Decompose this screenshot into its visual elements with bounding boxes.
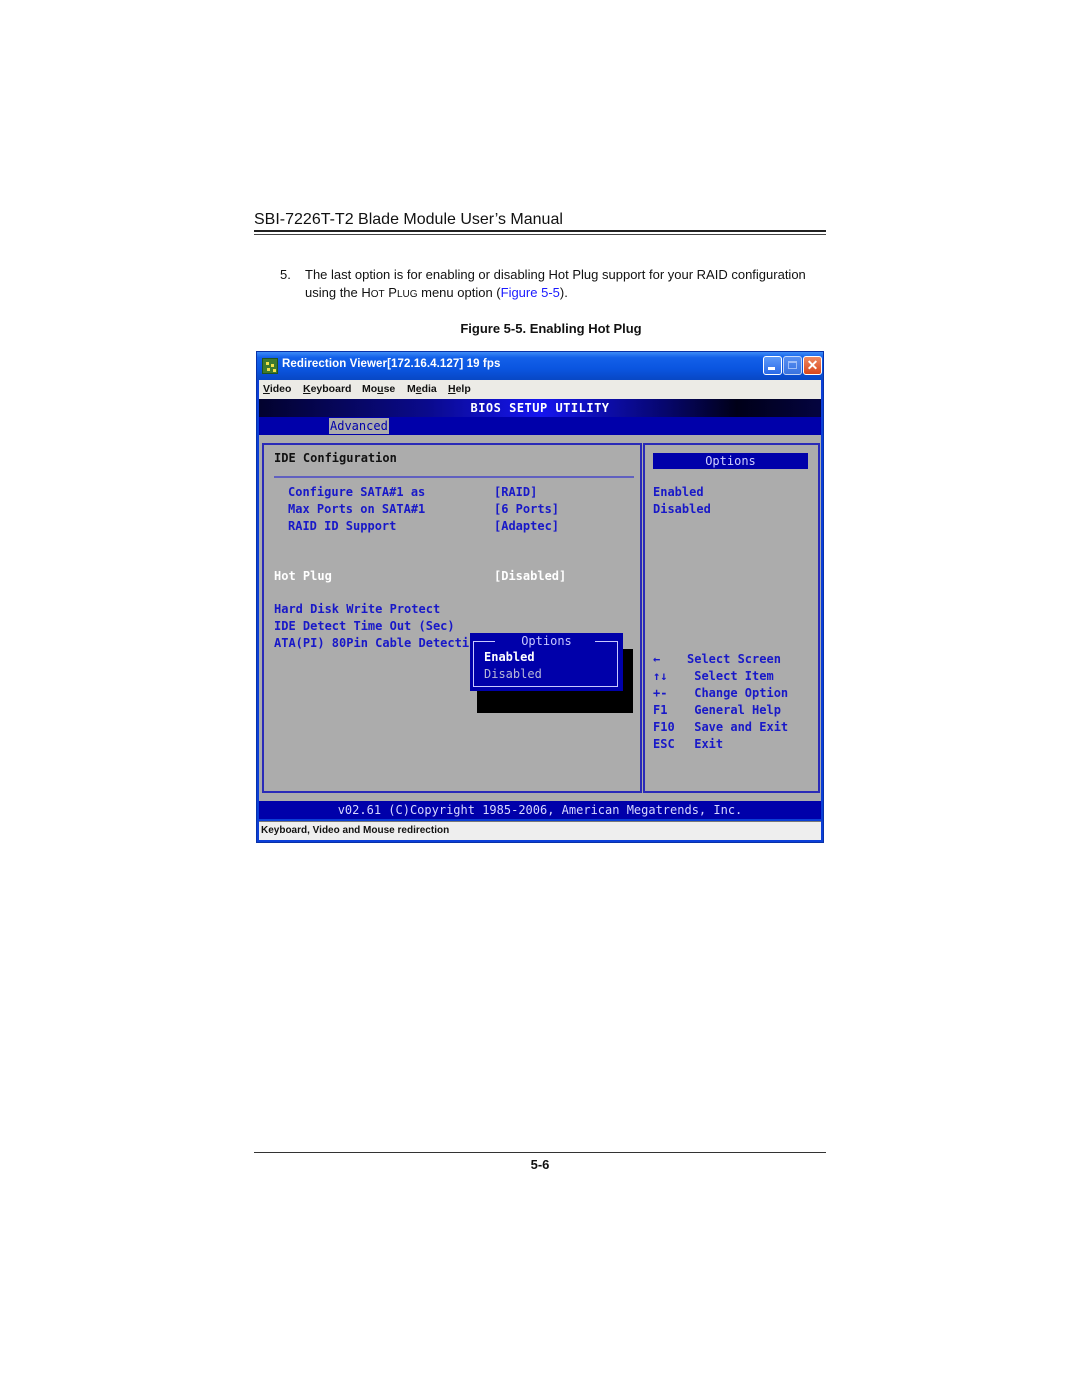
key-hint-save-exit: Save and Exit (687, 720, 789, 734)
menu-keyboard[interactable]: Keyboard (303, 383, 351, 395)
key-hint-key: ESC (653, 737, 675, 751)
menu-video[interactable]: Video (263, 383, 291, 395)
menu-label: ideo (269, 383, 292, 395)
menu-mnemonic: V (263, 383, 270, 395)
help-option-enabled: Enabled (653, 485, 704, 499)
menu-label: dia (421, 383, 437, 395)
setting-hot-plug[interactable]: Hot Plug (274, 569, 332, 584)
text-after: ). (559, 285, 568, 300)
step-text: The last option is for enabling or disab… (305, 266, 820, 304)
running-header: SBI-7226T-T2 Blade Module User’s Manual (254, 211, 563, 228)
figure-link[interactable]: Figure 5-5 (501, 285, 560, 300)
bios-title: BIOS SETUP UTILITY (259, 399, 821, 417)
footer-rule (254, 1152, 826, 1153)
popup-option-disabled[interactable]: Disabled (484, 667, 542, 682)
app-icon (262, 358, 278, 374)
menu-label: se (383, 383, 396, 395)
step-number: 5. (280, 267, 291, 282)
menu-label: eyboard (310, 383, 352, 395)
setting-cable-detection[interactable]: ATA(PI) 80Pin Cable Detecti (274, 636, 469, 651)
menu-mnemonic: H (448, 383, 456, 395)
menu-media[interactable]: Media (407, 383, 437, 395)
title-bar[interactable]: Redirection Viewer[172.16.4.127] 19 fps … (257, 352, 823, 380)
hot-plug-value[interactable]: [Disabled] (494, 569, 566, 584)
bios-tab-bar: Advanced (259, 417, 821, 435)
setting-value[interactable]: [6 Ports] (494, 502, 559, 517)
caption-text: Figure 5-5. Enabling Hot Plug (460, 321, 642, 336)
key-hint-select-screen: Select Screen (687, 652, 781, 666)
smallcaps-lug: LUG (396, 289, 418, 300)
bios-screen[interactable]: BIOS SETUP UTILITY Advanced IDE Configur… (259, 399, 821, 819)
section-divider (274, 476, 634, 478)
popup-option-enabled[interactable]: Enabled (484, 650, 535, 665)
menu-help[interactable]: Help (448, 383, 471, 395)
popup-title: Options (521, 634, 572, 648)
instruction-paragraph: 5. The last option is for enabling or di… (280, 266, 820, 304)
close-icon: ✕ (806, 357, 819, 373)
menu-bar: Video Keyboard Mouse Media Help (259, 380, 821, 399)
header-rule (254, 230, 826, 232)
close-button[interactable]: ✕ (803, 356, 822, 375)
setting-value[interactable]: [RAID] (494, 485, 537, 500)
redirection-viewer-window: Redirection Viewer[172.16.4.127] 19 fps … (256, 351, 824, 843)
key-hint-key: F10 (653, 720, 675, 734)
menu-label: Mo (362, 383, 378, 395)
setting-raid-id[interactable]: RAID ID Support (288, 519, 396, 534)
header-rule-thin (254, 234, 826, 235)
text-mid: menu option ( (417, 285, 501, 300)
settings-panel: IDE Configuration Configure SATA#1 as [R… (262, 443, 642, 793)
key-hint-key: +- (653, 686, 668, 700)
menu-mouse[interactable]: Mouse (362, 383, 395, 395)
menu-mnemonic: K (303, 383, 311, 395)
setting-max-ports[interactable]: Max Ports on SATA#1 (288, 502, 425, 517)
maximize-button[interactable] (783, 356, 802, 375)
help-panel: Options Enabled Disabled ← Select Screen… (643, 443, 820, 793)
help-options-title: Options (653, 453, 808, 469)
tab-advanced[interactable]: Advanced (329, 418, 389, 434)
page-number: 5-6 (530, 1157, 550, 1172)
menu-label: M (407, 383, 416, 395)
key-hint-select-item: Select Item (687, 669, 774, 683)
setting-value[interactable]: [Adaptec] (494, 519, 559, 534)
setting-hdd-write-protect[interactable]: Hard Disk Write Protect (274, 602, 440, 617)
key-hint-key: ↑↓ (653, 669, 668, 683)
window-title: Redirection Viewer[172.16.4.127] 19 fps (282, 358, 501, 370)
smallcaps-h: H (361, 285, 371, 300)
setting-ide-detect-timeout[interactable]: IDE Detect Time Out (Sec) (274, 619, 455, 634)
smallcaps-p: P (388, 285, 397, 300)
status-text: Keyboard, Video and Mouse redirection (261, 825, 450, 836)
status-bar: Keyboard, Video and Mouse redirection (259, 821, 821, 840)
minimize-button[interactable] (763, 356, 782, 375)
key-hint-change-option: Change Option (687, 686, 789, 700)
key-hint-general-help: General Help (687, 703, 781, 717)
figure-caption: Figure 5-5. Enabling Hot Plug (0, 321, 1080, 336)
key-hint-key: ← (653, 652, 661, 666)
setting-configure-sata[interactable]: Configure SATA#1 as (288, 485, 425, 500)
smallcaps-ot: OT (370, 289, 385, 300)
bios-copyright: v02.61 (C)Copyright 1985-2006, American … (259, 801, 821, 819)
menu-label: elp (455, 383, 471, 395)
key-hint-key: F1 (653, 703, 668, 717)
key-hint-exit: Exit (687, 737, 724, 751)
help-option-disabled: Disabled (653, 502, 711, 516)
options-popup: Options Enabled Disabled (470, 633, 623, 691)
section-title: IDE Configuration (274, 451, 397, 465)
